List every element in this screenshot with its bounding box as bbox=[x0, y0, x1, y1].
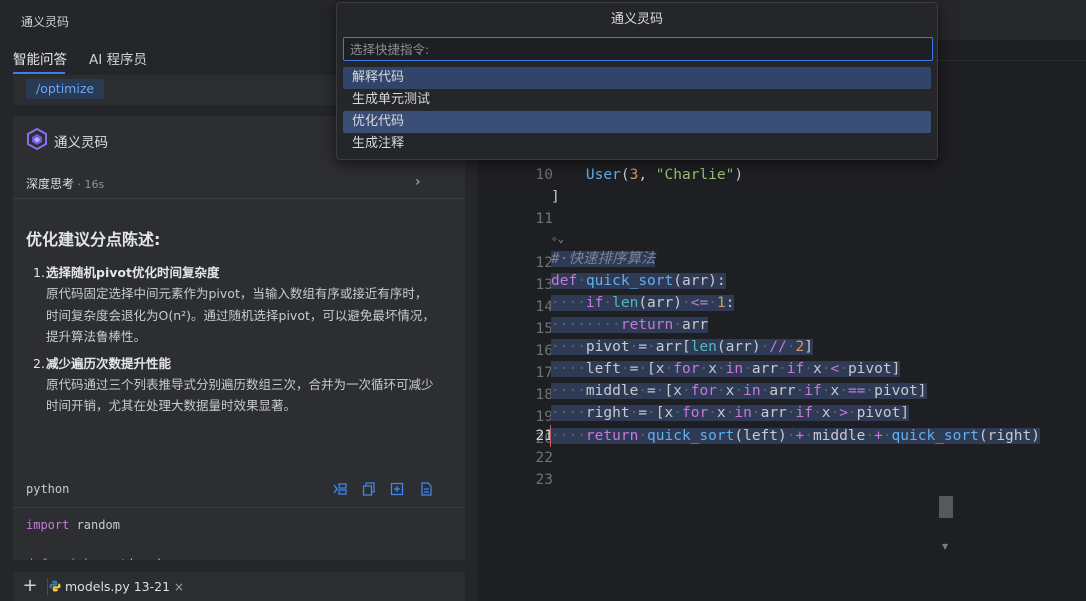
chevron-right-icon[interactable]: › bbox=[415, 174, 421, 190]
line-number: 16 bbox=[535, 343, 553, 359]
line-number: 12 bbox=[535, 255, 553, 271]
item-number: 2. bbox=[33, 355, 45, 371]
line-number: 14 bbox=[535, 299, 553, 315]
palette-title: 通义灵码 bbox=[610, 12, 663, 27]
scrollbar-thumb[interactable] bbox=[939, 496, 953, 518]
command-explain-code[interactable]: 解释代码 bbox=[343, 67, 931, 89]
ai-action-icon[interactable]: ✧⌄ bbox=[551, 232, 564, 245]
code-line: User(3, "Charlie") bbox=[585, 167, 744, 183]
command-generate-comments[interactable]: 生成注释 bbox=[343, 133, 931, 155]
context-file-label: models.py 13-21 bbox=[65, 579, 171, 594]
context-file-chip[interactable]: models.py 13-21 × bbox=[49, 576, 184, 598]
code-language: python bbox=[26, 482, 70, 496]
code-line: ] bbox=[551, 189, 560, 205]
code-line: #·快速排序算法 bbox=[551, 251, 656, 267]
thinking-label: 深度思考 bbox=[26, 177, 75, 191]
line-number: 11 bbox=[535, 211, 553, 227]
code-line: ····left·=·[x·for·x·in·arr·if·x·<·pivot] bbox=[551, 361, 901, 377]
line-number: 10 bbox=[535, 167, 553, 183]
answer-heading: 优化建议分点陈述: bbox=[26, 230, 161, 249]
command-chip: /optimize bbox=[26, 79, 105, 99]
thinking-time: · 16s bbox=[74, 178, 105, 191]
add-context-button[interactable]: + bbox=[18, 576, 42, 598]
insert-icon[interactable] bbox=[333, 482, 347, 496]
line-number: 18 bbox=[535, 387, 553, 403]
panel-title: 通义灵码 bbox=[21, 15, 70, 29]
answer-card: 通义灵码 深度思考 · 16s › 优化建议分点陈述: 1.选择随机pivot优… bbox=[13, 116, 465, 560]
code-line: ····pivot·=·arr[len(arr)·//·2] bbox=[551, 339, 813, 355]
divider bbox=[13, 198, 465, 199]
tab-ai-programmer[interactable]: AI 程序员 bbox=[89, 48, 147, 68]
code-line: ········return·arr bbox=[551, 317, 709, 333]
command-list: 解释代码 生成单元测试 优化代码 生成注释 bbox=[343, 67, 931, 155]
line-number-active: 21 bbox=[535, 428, 553, 444]
item-body: 原代码通过三个列表推导式分别遍历数组三次，合并为一次循环可减少时间开销，尤其在处… bbox=[46, 376, 434, 414]
current-line-marker bbox=[550, 425, 551, 447]
list-item: 1.选择随机pivot优化时间复杂度 原代码固定选择中间元素作为pivot，当输… bbox=[33, 263, 438, 348]
bot-name: 通义灵码 bbox=[54, 135, 108, 151]
active-tab-indicator bbox=[13, 72, 65, 74]
item-title: 减少遍历次数提升性能 bbox=[46, 355, 172, 371]
line-number: 17 bbox=[535, 365, 553, 381]
line-number: 15 bbox=[535, 321, 553, 337]
code-line: ····right·=·[x·for·x·in·arr·if·x·>·pivot… bbox=[551, 405, 910, 421]
scroll-down-icon[interactable]: ▼ bbox=[942, 542, 948, 551]
line-number: 13 bbox=[535, 277, 553, 293]
new-file-icon[interactable] bbox=[390, 482, 404, 496]
editor-scrollbar[interactable]: ▼ bbox=[939, 60, 953, 560]
line-number: 23 bbox=[535, 472, 553, 488]
item-number: 1. bbox=[33, 265, 45, 280]
code-line-active: ····return·quick_sort(left)·+·middle·+·q… bbox=[551, 428, 1040, 444]
code-snippet: import random def quick_sort(arr): if le… bbox=[26, 518, 171, 560]
quick-command-input[interactable] bbox=[343, 37, 933, 61]
tab-chat[interactable]: 智能问答 bbox=[13, 48, 67, 68]
code-line: ····middle·=·[x·for·x·in·arr·if·x·==·piv… bbox=[551, 383, 927, 399]
python-icon bbox=[49, 580, 61, 592]
code-line: ····if·len(arr)·<=·1: bbox=[551, 295, 735, 311]
item-body: 原代码固定选择中间元素作为pivot，当输入数组有序或接近有序时，时间复杂度会退… bbox=[46, 286, 435, 344]
quick-command-palette: 通义灵码 解释代码 生成单元测试 优化代码 生成注释 bbox=[336, 2, 938, 160]
item-title: 选择随机pivot优化时间复杂度 bbox=[46, 265, 220, 280]
command-generate-unit-test[interactable]: 生成单元测试 bbox=[343, 89, 931, 111]
diff-icon[interactable] bbox=[419, 482, 433, 496]
divider bbox=[13, 507, 465, 508]
deep-thinking-toggle[interactable]: 深度思考 · 16s bbox=[26, 175, 104, 192]
suggestion-list: 1.选择随机pivot优化时间复杂度 原代码固定选择中间元素作为pivot，当输… bbox=[33, 263, 438, 423]
divider bbox=[47, 578, 48, 595]
code-block: python import random bbox=[13, 472, 465, 560]
close-icon[interactable]: × bbox=[174, 580, 184, 594]
line-number: 22 bbox=[535, 450, 553, 466]
code-line: def·quick_sort(arr): bbox=[551, 273, 726, 289]
chat-input-bar: + models.py 13-21 × bbox=[13, 572, 465, 601]
command-optimize-code[interactable]: 优化代码 bbox=[343, 111, 931, 133]
tongyi-logo-icon bbox=[27, 128, 47, 150]
list-item: 2.减少遍历次数提升性能 原代码通过三个列表推导式分别遍历数组三次，合并为一次循… bbox=[33, 354, 438, 417]
copy-icon[interactable] bbox=[362, 482, 376, 496]
